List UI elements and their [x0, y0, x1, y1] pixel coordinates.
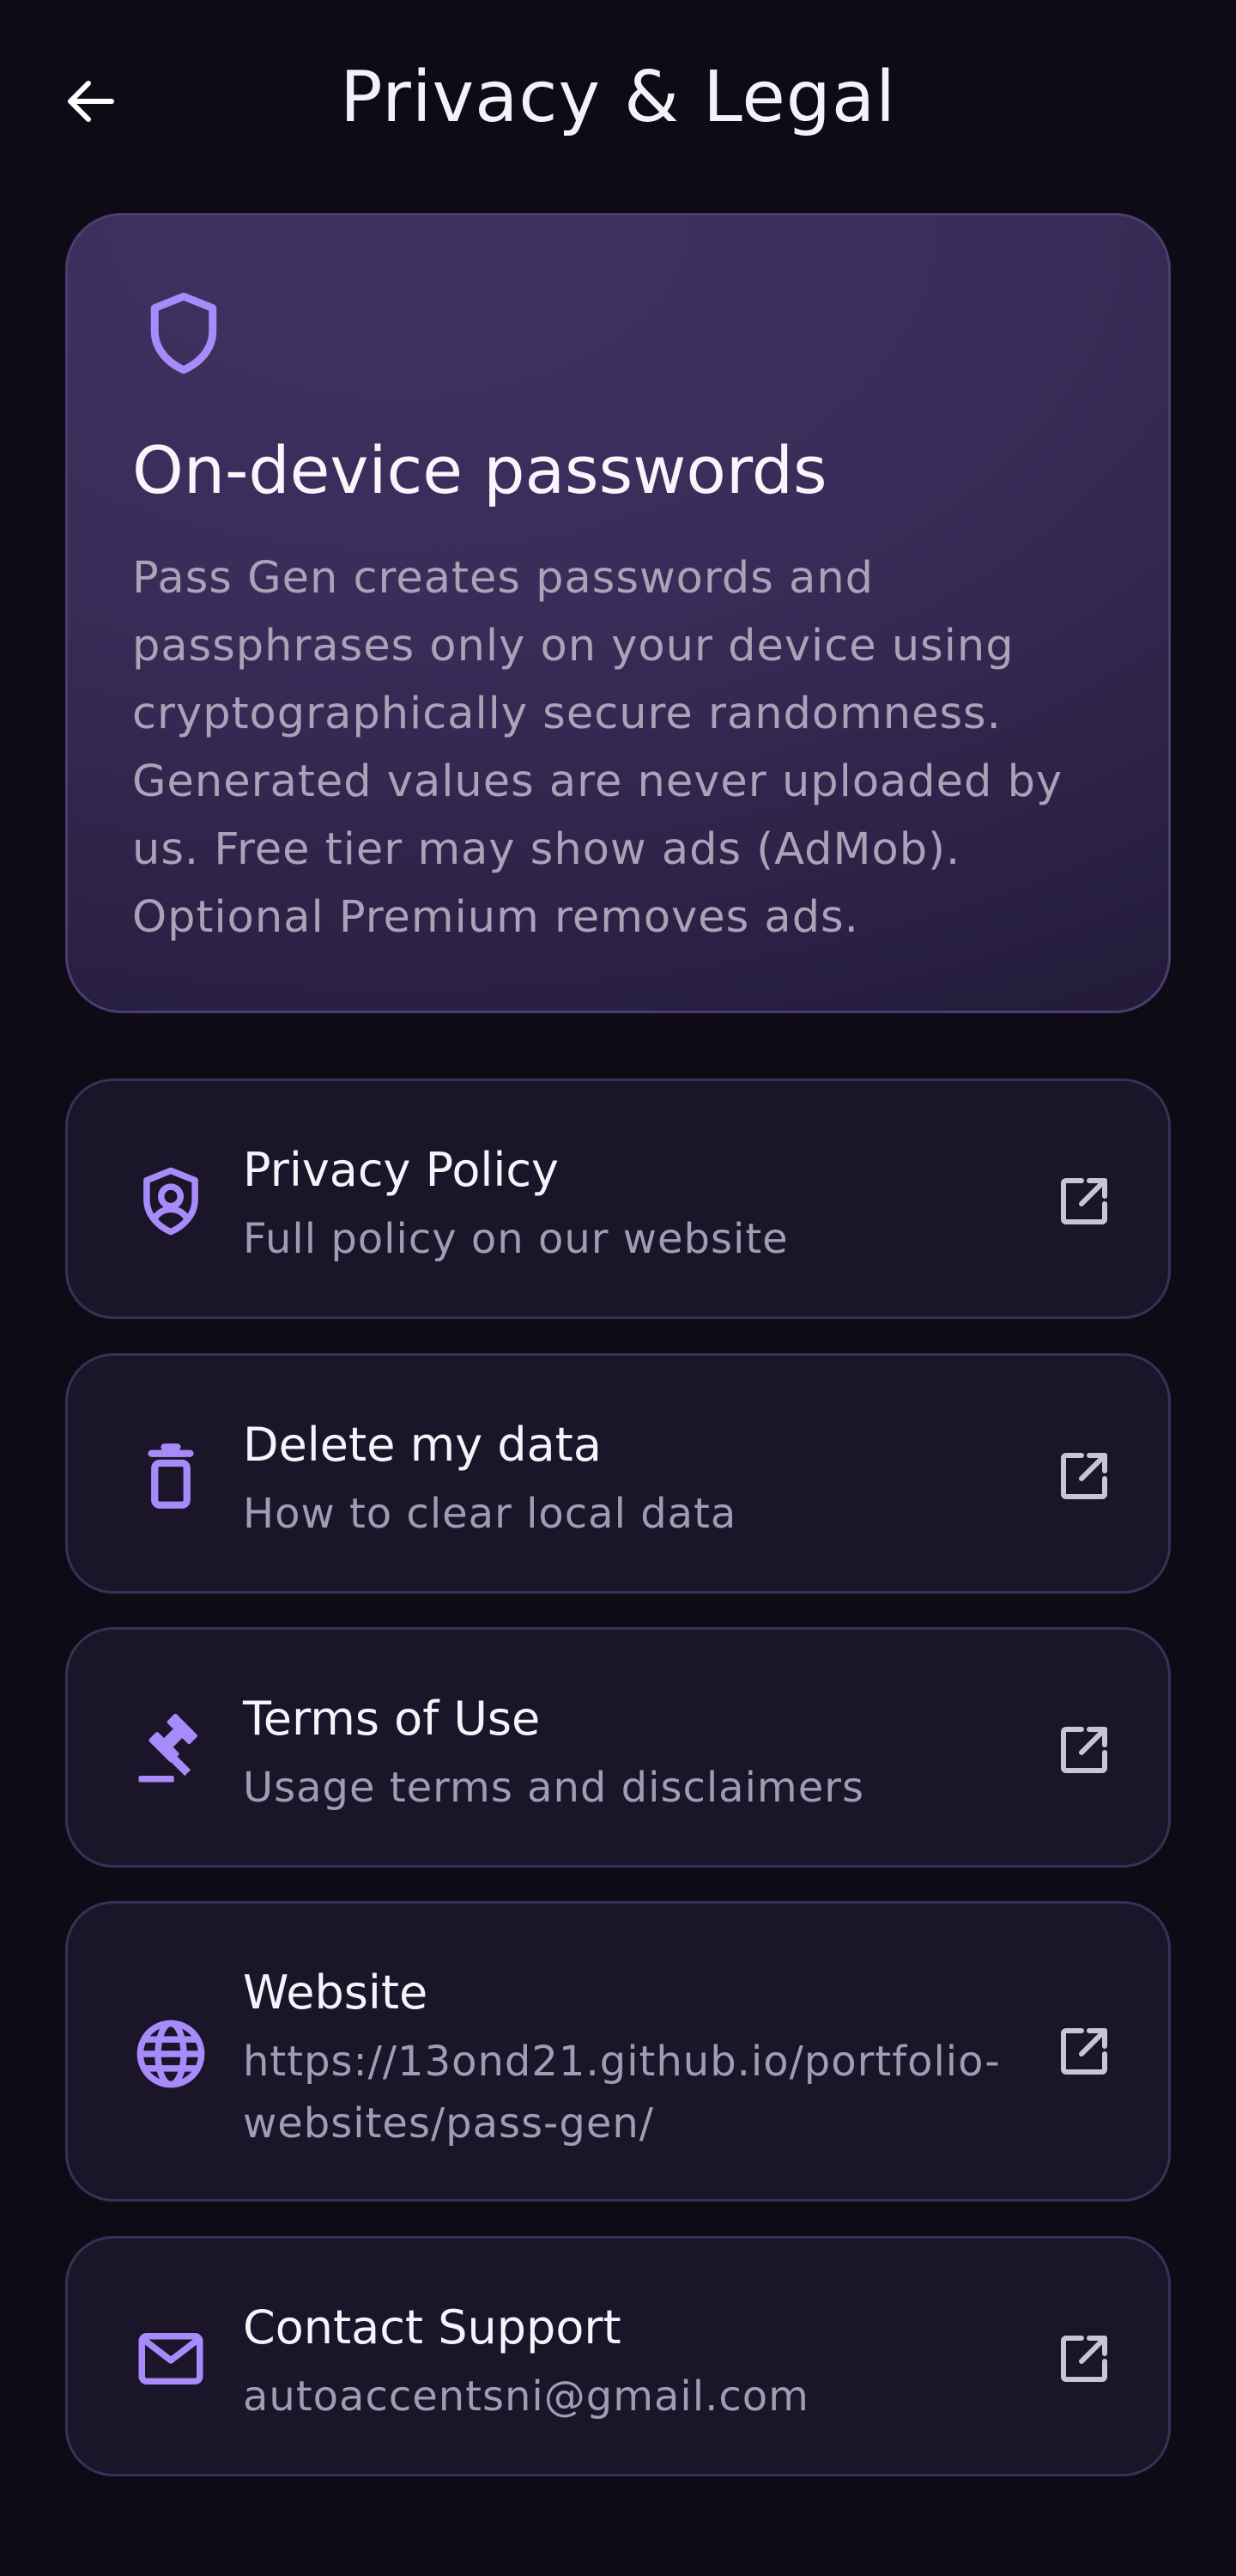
page-title: Privacy & Legal — [340, 57, 896, 138]
open-external-icon — [1053, 1170, 1115, 1232]
gavel-icon — [128, 1707, 214, 1793]
hero-title: On-device passwords — [132, 432, 827, 508]
item-subtitle: https://13ond21.github.io/portfolio-webs… — [243, 2038, 1001, 2148]
item-title: Delete my data — [243, 1418, 602, 1472]
trash-icon — [128, 1433, 214, 1519]
open-external-icon — [1053, 2020, 1115, 2082]
item-subtitle: Full policy on our website — [243, 1215, 789, 1263]
item-title: Privacy Policy — [243, 1143, 560, 1197]
open-external-icon — [1053, 1719, 1115, 1781]
item-subtitle: Usage terms and disclaimers — [243, 1764, 864, 1812]
terms-of-use-item[interactable]: Terms of Use Usage terms and disclaimers — [65, 1627, 1171, 1868]
website-item[interactable]: Website https://13ond21.github.io/portfo… — [65, 1901, 1171, 2202]
item-title: Website — [243, 1965, 428, 2020]
item-subtitle: How to clear local data — [243, 1490, 737, 1538]
privacy-policy-item[interactable]: Privacy Policy Full policy on our websit… — [65, 1078, 1171, 1319]
open-external-icon — [1053, 2328, 1115, 2390]
open-external-icon — [1053, 1445, 1115, 1507]
globe-icon — [128, 2011, 214, 2097]
item-title: Terms of Use — [243, 1692, 541, 1746]
app-header: Privacy & Legal — [0, 0, 1236, 197]
item-title: Contact Support — [243, 2300, 621, 2354]
delete-data-item[interactable]: Delete my data How to clear local data — [65, 1353, 1171, 1594]
hero-description: Pass Gen creates passwords and passphras… — [132, 553, 1063, 943]
privacy-legal-screen: Privacy & Legal On-device passwords Pass… — [0, 0, 1236, 2576]
mail-icon — [128, 2316, 214, 2402]
shield-account-icon — [128, 1158, 214, 1244]
contact-support-item[interactable]: Contact Support autoaccentsni@gmail.com — [65, 2236, 1171, 2476]
shield-icon — [137, 287, 230, 380]
item-subtitle: autoaccentsni@gmail.com — [243, 2372, 809, 2421]
